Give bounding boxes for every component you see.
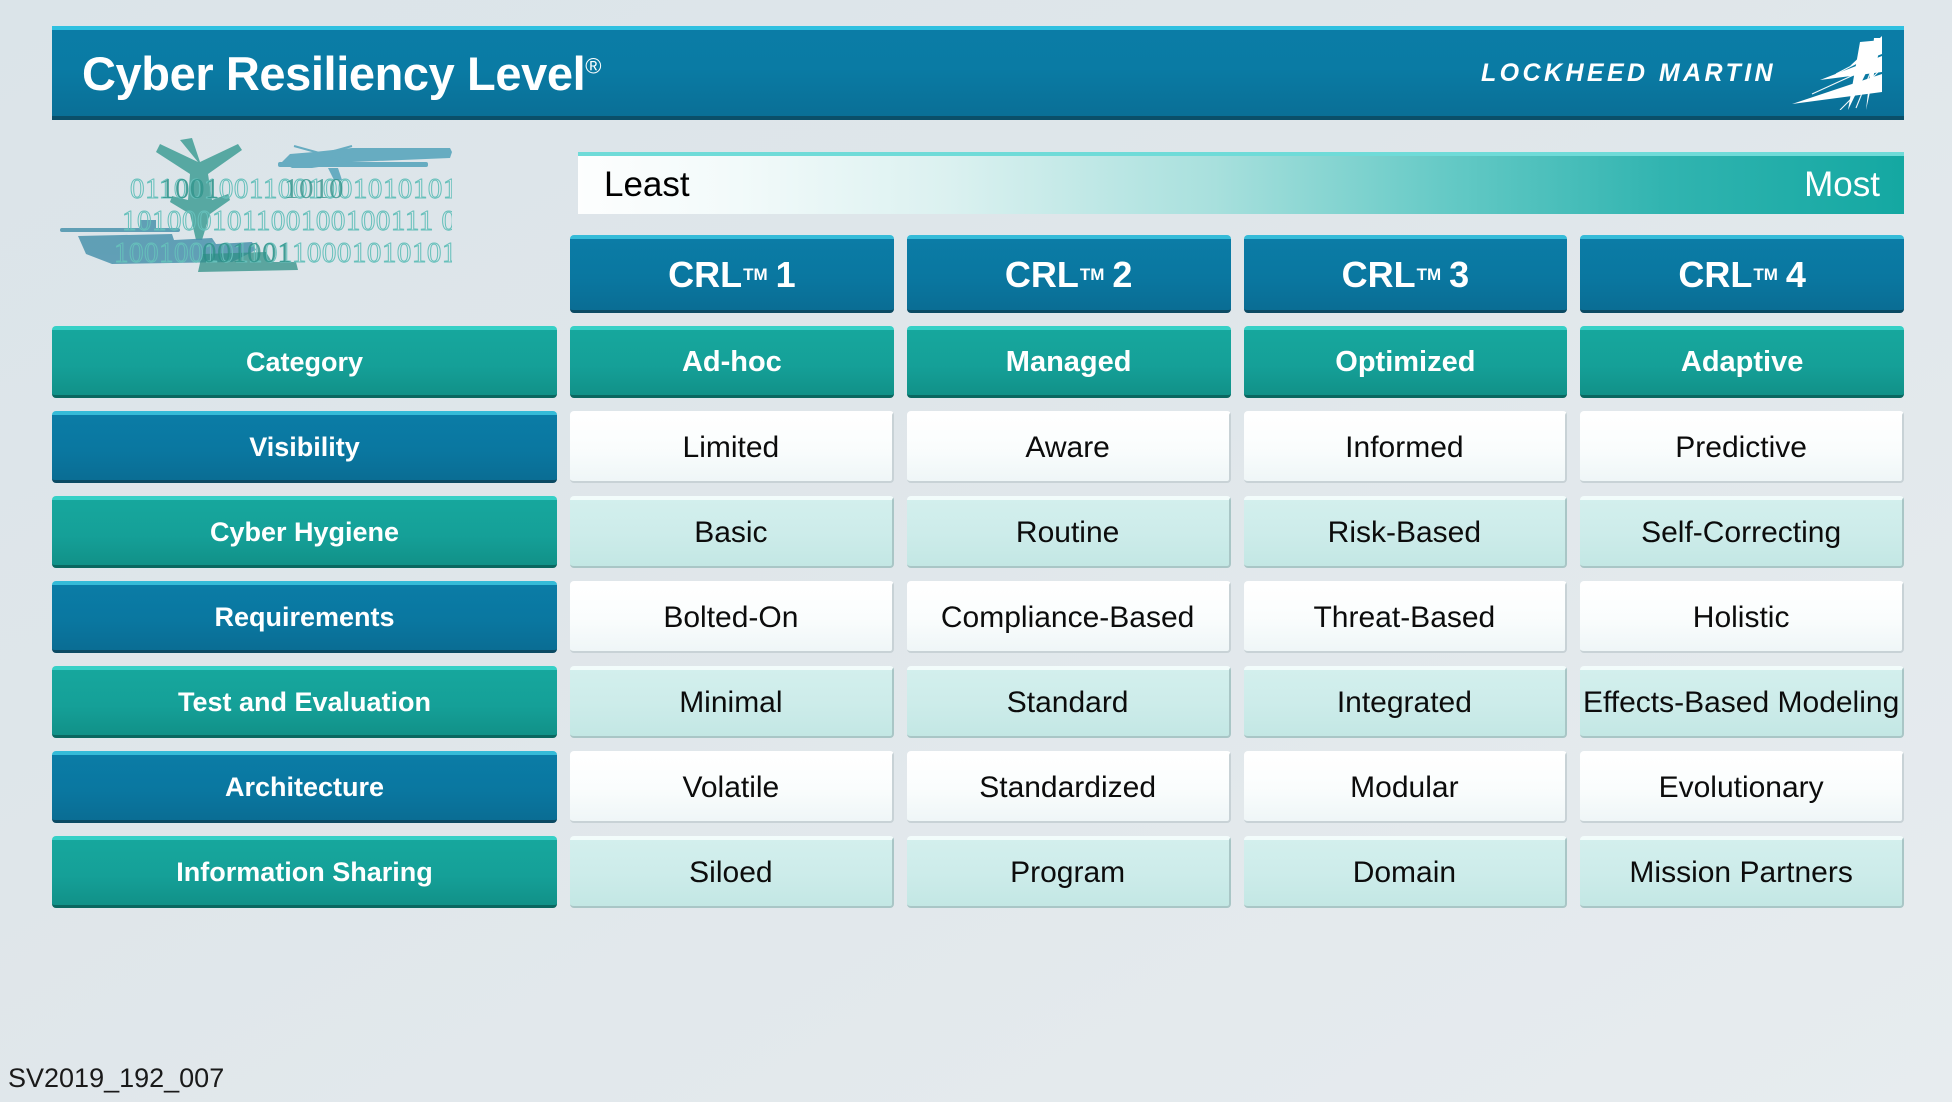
matrix-cell: Basic (570, 496, 894, 568)
matrix-cell: Limited (570, 411, 894, 483)
trademark-mark: TM (743, 264, 768, 284)
lockheed-martin-star-icon (1790, 36, 1882, 110)
matrix-cell: Bolted-On (570, 581, 894, 653)
matrix-row: Cyber Hygiene Basic Routine Risk-Based Self-… (52, 496, 1904, 568)
matrix-cell: Ad-hoc (570, 326, 894, 398)
matrix-cell: Risk-Based (1243, 496, 1568, 568)
matrix-cell: Aware (906, 411, 1231, 483)
lockheed-martin-wordmark: LOCKHEED MARTIN (1481, 58, 1776, 87)
row-label-category: Category (52, 326, 557, 398)
trademark-mark: TM (1753, 264, 1778, 284)
row-label-architecture: Architecture (52, 751, 557, 823)
matrix-row: Visibility Limited Aware Informed Predictive (52, 411, 1904, 483)
matrix-cell: Routine (906, 496, 1231, 568)
lockheed-martin-logo: LOCKHEED MARTIN (1481, 36, 1882, 110)
column-header-name: CRL (668, 253, 743, 295)
scale-least-label: Least (604, 165, 690, 204)
matrix-cell: Standard (906, 666, 1231, 738)
matrix-cell: Mission Partners (1580, 836, 1904, 908)
matrix-cell: Siloed (570, 836, 894, 908)
scale-most-label: Most (1804, 165, 1880, 204)
row-label-cyber-hygiene: Cyber Hygiene (52, 496, 557, 568)
trademark-mark: TM (1416, 264, 1442, 284)
row-label-visibility: Visibility (52, 411, 557, 483)
matrix-cell: Optimized (1243, 326, 1568, 398)
column-header-number: 3 (1449, 253, 1470, 295)
column-header-crl-2: CRL TM 2 (906, 235, 1231, 313)
page-title-text: Cyber Resiliency Level (82, 46, 586, 100)
column-header-number: 2 (1112, 253, 1133, 295)
matrix-cell: Program (906, 836, 1231, 908)
matrix-cell: Evolutionary (1580, 751, 1904, 823)
matrix-cell: Minimal (570, 666, 894, 738)
column-header-crl-1: CRL TM 1 (570, 235, 894, 313)
column-header-number: 1 (775, 253, 796, 295)
matrix-cell: Informed (1243, 411, 1568, 483)
matrix-cell: Effects-Based Modeling (1580, 666, 1904, 738)
matrix-cell: Compliance-Based (906, 581, 1231, 653)
trademark-mark: TM (1079, 264, 1105, 284)
registered-trademark-mark: ® (585, 52, 602, 78)
matrix-row: Requirements Bolted-On Compliance-Based Thr… (52, 581, 1904, 653)
matrix-row: Category Ad-hoc Managed Optimized Adaptive (52, 326, 1904, 398)
matrix-cell: Integrated (1243, 666, 1568, 738)
matrix-cell: Adaptive (1580, 326, 1904, 398)
matrix-cell: Holistic (1580, 581, 1904, 653)
column-header-name: CRL (1678, 253, 1753, 295)
matrix-cell: Self-Correcting (1580, 496, 1904, 568)
crl-matrix: CRL TM 1 CRL TM 2 CRL TM 3 CRL TM 4 Category Ad-hoc Ma… (52, 235, 1904, 908)
matrix-row: Information Sharing Siloed Program Domain Mi… (52, 836, 1904, 908)
matrix-cell: Managed (906, 326, 1231, 398)
row-label-test-and-evaluation: Test and Evaluation (52, 666, 557, 738)
matrix-header-row: CRL TM 1 CRL TM 2 CRL TM 3 CRL TM 4 (52, 235, 1904, 313)
matrix-cell: Threat-Based (1243, 581, 1568, 653)
column-header-crl-3: CRL TM 3 (1243, 235, 1568, 313)
column-header-name: CRL (1341, 253, 1416, 295)
svg-text:1001: 1001 (160, 173, 220, 205)
row-label-information-sharing: Information Sharing (52, 836, 557, 908)
title-bar: Cyber Resiliency Level® LOCKHEED MARTIN (52, 26, 1904, 120)
matrix-cell: Volatile (570, 751, 894, 823)
svg-text:101000101100100100111 0: 101000101100100100111 0 (122, 205, 452, 237)
svg-text:1010: 1010 (284, 173, 344, 205)
resiliency-scale-bar: Least Most (578, 152, 1904, 214)
matrix-cell: Predictive (1580, 411, 1904, 483)
matrix-cell: Standardized (906, 751, 1231, 823)
page-title: Cyber Resiliency Level® (82, 46, 601, 101)
column-header-number: 4 (1785, 253, 1806, 295)
row-label-requirements: Requirements (52, 581, 557, 653)
matrix-row: Test and Evaluation Minimal Standard Integr… (52, 666, 1904, 738)
matrix-cell: Domain (1243, 836, 1568, 908)
document-id-footer: SV2019_192_007 (8, 1063, 225, 1093)
matrix-row: Architecture Volatile Standardized Modular E… (52, 751, 1904, 823)
matrix-cell: Modular (1243, 751, 1568, 823)
column-header-crl-4: CRL TM 4 (1580, 235, 1904, 313)
column-header-name: CRL (1004, 253, 1079, 295)
